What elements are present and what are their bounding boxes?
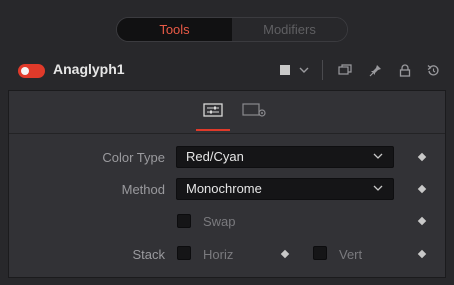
stack-label: Stack xyxy=(132,247,165,262)
toggle-knob xyxy=(21,67,29,75)
chevron-down-icon[interactable] xyxy=(297,61,311,79)
node-enable-toggle[interactable] xyxy=(18,64,45,78)
chevron-down-icon xyxy=(373,153,383,159)
node-name: Anaglyph1 xyxy=(53,61,125,77)
tool-tab-bar: Tools Modifiers xyxy=(116,17,348,42)
reset-icon[interactable] xyxy=(424,61,442,79)
stack-vert-checkbox[interactable] xyxy=(313,246,327,260)
method-value: Monochrome xyxy=(186,181,262,196)
tab-modifiers[interactable]: Modifiers xyxy=(232,18,347,41)
overlap-windows-icon[interactable] xyxy=(336,61,354,79)
method-dropdown[interactable]: Monochrome xyxy=(176,178,394,200)
stack-horiz-checkbox[interactable] xyxy=(177,246,191,260)
active-subtab-indicator xyxy=(196,129,230,131)
settings-panel-icon[interactable] xyxy=(242,101,268,119)
sliders-icon[interactable] xyxy=(200,101,226,119)
method-label: Method xyxy=(121,182,165,197)
inspector-subtabs xyxy=(9,91,445,134)
tab-tools[interactable]: Tools xyxy=(117,18,232,41)
color-type-label: Color Type xyxy=(102,150,165,165)
swap-label: Swap xyxy=(203,214,236,229)
swap-checkbox[interactable] xyxy=(177,214,191,228)
stack-horiz-label: Horiz xyxy=(203,247,234,262)
header-divider xyxy=(322,60,323,80)
chevron-down-icon xyxy=(373,185,383,191)
pin-icon[interactable] xyxy=(366,61,384,79)
stack-vert-label: Vert xyxy=(339,247,363,262)
lock-icon[interactable] xyxy=(396,61,414,79)
color-swatch-icon[interactable] xyxy=(279,61,291,79)
color-type-value: Red/Cyan xyxy=(186,149,244,164)
color-type-dropdown[interactable]: Red/Cyan xyxy=(176,146,394,168)
